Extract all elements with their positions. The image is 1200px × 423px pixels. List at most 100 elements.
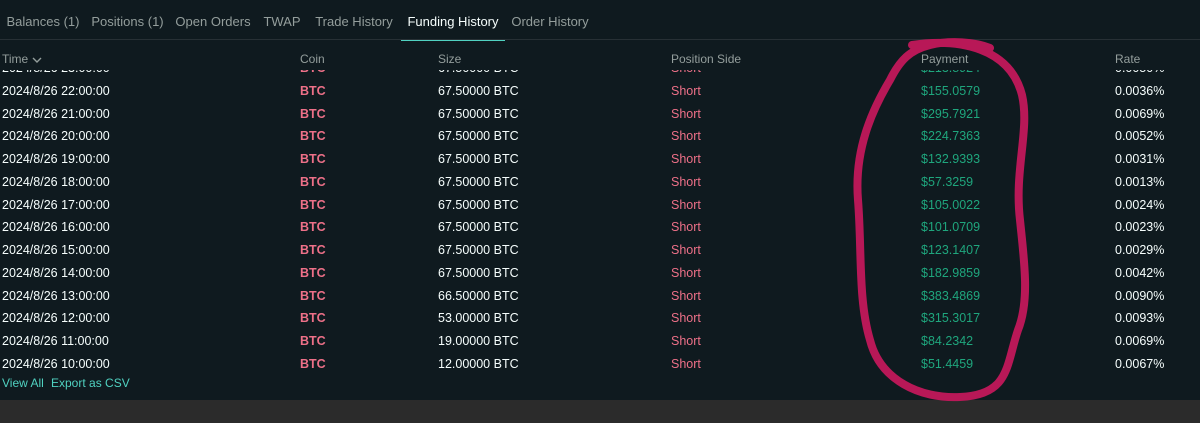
cell-coin: BTC [300,174,326,189]
cell-size: 67.50000 BTC [438,152,519,166]
cell-position-side: Short [671,265,701,280]
cell-position-side: Short [671,334,701,348]
cell-size: 67.50000 BTC [438,174,519,189]
cell-time: 2024/8/26 21:00:00 [2,106,110,121]
header-coin: Coin [300,52,325,66]
cell-payment: $101.0709 [921,220,981,235]
cell-coin: BTC [300,152,326,166]
tab-trade-history[interactable]: Trade History [307,0,401,40]
cell-rate: 0.0069% [1115,334,1165,348]
cell-payment: $132.9393 [921,152,981,166]
cell-position-side: Short [671,197,701,212]
cell-payment: $224.7363 [921,129,981,144]
table-row: 2024/8/26 17:00:00 BTC 67.50000 BTC Short $1… [0,194,1200,217]
cell-time: 2024/8/26 19:00:00 [2,152,110,166]
cell-time: 2024/8/26 15:00:00 [2,243,110,257]
cell-coin: BTC [300,243,326,257]
cell-rate: 0.0013% [1115,174,1165,189]
cell-time: 2024/8/26 17:00:00 [2,197,110,212]
cell-time: 2024/8/26 16:00:00 [2,220,110,235]
cell-time: 2024/8/26 18:00:00 [2,174,110,189]
cell-payment: $182.9859 [921,265,981,280]
cell-rate: 0.0052% [1115,129,1165,144]
table-row: 2024/8/26 22:00:00 BTC 67.50000 BTC Short $1… [0,80,1200,103]
funding-table-body[interactable]: 2024/8/26 23:00:00 BTC 67.50000 BTC Short $2… [0,70,1200,376]
cell-payment: $315.3017 [921,311,981,326]
cell-rate: 0.0067% [1115,356,1165,371]
cell-position-side: Short [671,220,701,235]
cell-rate: 0.0031% [1115,152,1165,166]
cell-payment: $123.1407 [921,243,981,257]
cell-size: 12.00000 BTC [438,356,519,371]
table-row: 2024/8/26 18:00:00 BTC 67.50000 BTC Short $5… [0,171,1200,194]
cell-time: 2024/8/26 22:00:00 [2,83,110,98]
table-row: 2024/8/26 23:00:00 BTC 67.50000 BTC Short $2… [0,70,1200,80]
cell-coin: BTC [300,197,326,212]
header-rate: Rate [1115,52,1141,66]
table-row: 2024/8/26 14:00:00 BTC 67.50000 BTC Short $1… [0,262,1200,285]
cell-position-side: Short [671,106,701,121]
cell-rate: 0.0093% [1115,311,1165,326]
view-all-link[interactable]: View All [2,376,44,390]
header-payment: Payment [921,52,969,66]
cell-coin: BTC [300,106,326,121]
chevron-down-icon[interactable] [32,56,42,64]
bottom-bar [0,400,1200,423]
table-row: 2024/8/26 21:00:00 BTC 67.50000 BTC Short $2… [0,103,1200,126]
cell-position-side: Short [671,356,701,371]
table-header: Time Coin Size Position Side Payment Rat… [0,52,1200,70]
cell-coin: BTC [300,311,326,326]
cell-position-side: Short [671,311,701,326]
cell-coin: BTC [300,129,326,144]
tab-open-orders[interactable]: Open Orders [169,0,257,40]
cell-rate: 0.0042% [1115,265,1165,280]
cell-rate: 0.0050% [1115,70,1164,75]
cell-coin: BTC [300,70,326,75]
cell-size: 19.00000 BTC [438,334,519,348]
tab-balances[interactable]: Balances (1) [0,0,86,40]
cell-time: 2024/8/26 10:00:00 [2,356,110,371]
table-rows: 2024/8/26 23:00:00 BTC 67.50000 BTC Short $2… [0,70,1200,376]
cell-size: 67.50000 BTC [438,220,519,235]
table-row: 2024/8/26 19:00:00 BTC 67.50000 BTC Short $1… [0,148,1200,171]
cell-time: 2024/8/26 14:00:00 [2,265,110,280]
cell-position-side: Short [671,129,701,144]
tab-funding-history[interactable]: Funding History [401,0,505,41]
cell-payment: $213.8924 [921,70,980,75]
table-row: 2024/8/26 10:00:00 BTC 12.00000 BTC Short $5… [0,353,1200,376]
cell-position-side: Short [671,70,701,75]
cell-payment: $155.0579 [921,83,981,98]
cell-coin: BTC [300,334,326,348]
cell-time: 2024/8/26 12:00:00 [2,311,110,326]
header-size: Size [438,52,462,66]
cell-rate: 0.0023% [1115,220,1165,235]
cell-rate: 0.0036% [1115,83,1165,98]
header-time-label: Time [2,52,29,66]
cell-payment: $57.3259 [921,174,974,189]
cell-position-side: Short [671,83,701,98]
tab-twap[interactable]: TWAP [257,0,307,40]
tab-order-history[interactable]: Order History [505,0,595,40]
table-row: 2024/8/26 13:00:00 BTC 66.50000 BTC Short $3… [0,285,1200,308]
cell-payment: $295.7921 [921,106,981,121]
table-row: 2024/8/26 15:00:00 BTC 67.50000 BTC Short $1… [0,239,1200,262]
cell-payment: $84.2342 [921,334,974,348]
cell-size: 67.50000 BTC [438,83,519,98]
tab-positions[interactable]: Positions (1) [86,0,169,40]
cell-time: 2024/8/26 11:00:00 [2,334,109,348]
cell-coin: BTC [300,220,326,235]
cell-size: 53.00000 BTC [438,311,519,326]
cell-rate: 0.0029% [1115,243,1165,257]
cell-size: 67.50000 BTC [438,197,519,212]
cell-payment: $105.0022 [921,197,981,212]
header-time[interactable]: Time [2,52,42,66]
table-row: 2024/8/26 12:00:00 BTC 53.00000 BTC Short $3… [0,307,1200,330]
cell-size: 67.50000 BTC [438,106,519,121]
cell-rate: 0.0090% [1115,288,1165,303]
cell-time: 2024/8/26 23:00:00 [2,70,110,75]
cell-position-side: Short [671,152,701,166]
cell-position-side: Short [671,174,701,189]
header-position-side: Position Side [671,52,742,66]
cell-size: 66.50000 BTC [438,288,519,303]
export-csv-link[interactable]: Export as CSV [51,376,130,390]
